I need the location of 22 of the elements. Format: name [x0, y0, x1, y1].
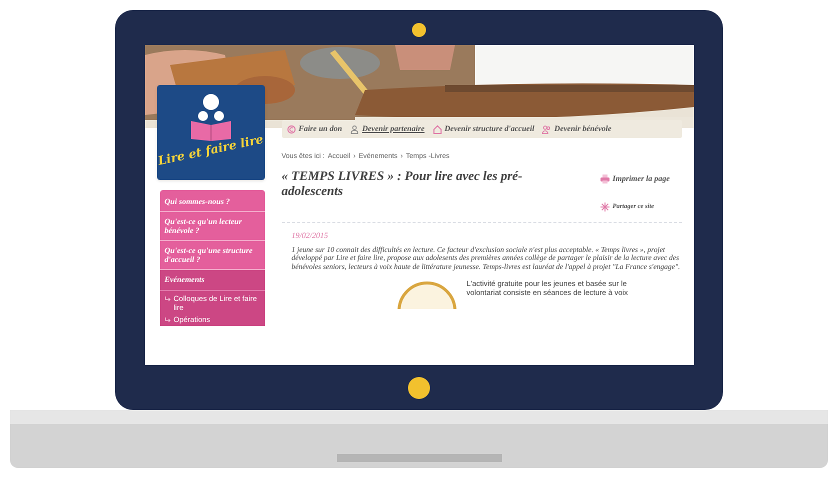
logo[interactable]: Lire et faire lire: [156, 85, 264, 180]
sidebar-link[interactable]: Qui sommes-nous ?: [160, 190, 264, 212]
person-icon: [350, 124, 360, 134]
share-icon: [600, 202, 610, 212]
action-link[interactable]: Devenir partenaire: [362, 123, 425, 135]
coin-icon: [286, 124, 296, 134]
arrow-icon: [164, 317, 170, 323]
house-icon: [432, 124, 442, 134]
action-link[interactable]: Devenir structure d'accueil: [444, 123, 534, 135]
sidebar-section-title[interactable]: Evénements: [160, 270, 264, 291]
people-icon: [542, 124, 552, 134]
tool-link[interactable]: Imprimer la page: [612, 174, 670, 182]
arrow-icon: [164, 296, 170, 302]
action-link[interactable]: Devenir bénévole: [554, 123, 612, 135]
award-seal-drawing: [396, 279, 456, 309]
article-date: 19/02/2015: [292, 230, 329, 242]
logo-text: Lire et faire lire: [156, 131, 265, 170]
sidebar-link[interactable]: Qu'est-ce qu'un lecteur bénévole ?: [160, 212, 264, 241]
sidebar-link[interactable]: Qu'est-ce qu'une structure d'accueil ?: [160, 241, 264, 270]
action-link[interactable]: Faire un don: [298, 123, 342, 135]
printer-icon: [600, 174, 610, 184]
page-title: « TEMPS LIVRES » : Pour lire avec les pré-adolescents: [282, 168, 524, 200]
